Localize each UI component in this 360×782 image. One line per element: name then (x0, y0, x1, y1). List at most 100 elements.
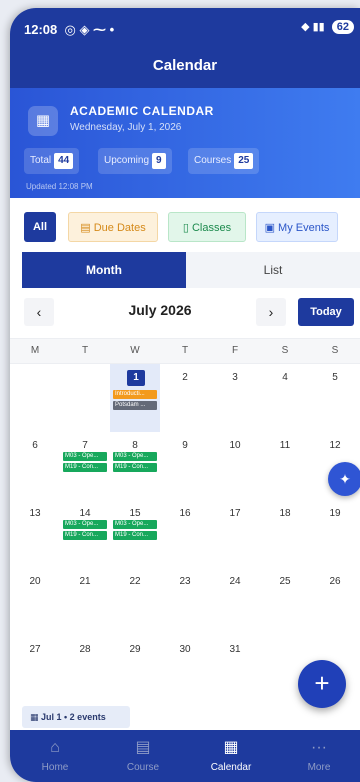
updated-time: Updated 12:08 PM (26, 182, 93, 191)
day-number: 3 (232, 372, 238, 383)
day-cell[interactable]: 16 (160, 500, 210, 568)
nav-more[interactable]: ··· More (284, 730, 354, 782)
day-cell[interactable]: 31 (210, 636, 260, 704)
filter-all[interactable]: All (24, 212, 56, 242)
day-cell[interactable]: 9 (160, 432, 210, 500)
tab-list[interactable]: List (186, 252, 360, 288)
day-cell[interactable]: 7 M03 - Ope... M19 - Con... (60, 432, 110, 500)
book-icon: ▯ (182, 222, 192, 234)
day-number: 20 (29, 576, 41, 587)
event-chip[interactable]: Potsdam ... (113, 401, 157, 410)
weekday-sat: S (281, 345, 289, 356)
day-number: 13 (29, 508, 41, 519)
nav-more-label: More (307, 762, 331, 773)
filter-events-label: My Events (278, 222, 330, 234)
day-cell[interactable]: 3 (210, 364, 260, 432)
day-cell[interactable]: 8 M03 - Ope... M19 - Con... (110, 432, 160, 500)
day-number: 22 (129, 576, 141, 587)
day-number: 11 (279, 440, 291, 451)
day-cell[interactable]: 24 (210, 568, 260, 636)
hero-date: Wednesday, July 1, 2026 (70, 122, 182, 133)
day-cell[interactable]: 30 (160, 636, 210, 704)
event-chip[interactable]: M03 - Ope... (63, 452, 107, 461)
weekday-thu: T (181, 345, 189, 356)
filter-all-label: All (32, 221, 48, 233)
day-cell[interactable]: 10 (210, 432, 260, 500)
day-number: 28 (79, 644, 91, 655)
prev-month-button[interactable]: ‹ (24, 298, 54, 326)
stat-upcoming: Upcoming 9 (98, 148, 172, 174)
day-cell[interactable]: 13 (10, 500, 60, 568)
weekday-sun: S (331, 345, 339, 356)
assistant-sparkle-button[interactable]: ✦ (328, 462, 360, 496)
nav-course[interactable]: ▤ Course (108, 730, 178, 782)
book-icon: ▤ (135, 739, 151, 756)
weekday-tue: T (81, 345, 89, 356)
selected-day-text: Jul 1 • 2 events (41, 712, 106, 722)
day-number: 21 (79, 576, 91, 587)
event-chip[interactable]: M03 - Ope... (113, 520, 157, 529)
event-chip[interactable]: M03 - Ope... (113, 452, 157, 461)
today-button[interactable]: Today (298, 298, 354, 326)
day-cell[interactable]: 22 (110, 568, 160, 636)
day-cell[interactable]: 19 (310, 500, 360, 568)
due-icon: ▤ (80, 222, 94, 234)
day-cell[interactable]: 29 (110, 636, 160, 704)
day-number: 7 (82, 440, 88, 451)
day-cell[interactable]: 4 (260, 364, 310, 432)
next-month-button[interactable]: › (256, 298, 286, 326)
day-number: 17 (229, 508, 241, 519)
day-cell[interactable]: 21 (60, 568, 110, 636)
day-number: 16 (179, 508, 191, 519)
hero-title: ACADEMIC CALENDAR (70, 104, 214, 118)
event-chip[interactable]: M19 - Con... (63, 463, 107, 472)
academic-calendar-header: ▦ ACADEMIC CALENDAR Wednesday, July 1, 2… (10, 88, 360, 198)
battery-indicator: 62 (331, 20, 354, 34)
day-cell[interactable]: 20 (10, 568, 60, 636)
day-number: 9 (182, 440, 188, 451)
day-number: 8 (132, 440, 138, 451)
month-grid: 1 Introducti... Potsdam ... 2 3 4 5 6 7 M03 - Ope… (10, 364, 360, 704)
status-right: ◆ ▮▮ 62 (301, 20, 354, 34)
day-cell[interactable]: 14 M03 - Ope... M19 - Con... (60, 500, 110, 568)
view-toggle: Month List (22, 252, 360, 288)
day-cell[interactable]: 17 (210, 500, 260, 568)
day-number: 4 (282, 372, 288, 383)
day-cell[interactable]: 2 (160, 364, 210, 432)
nav-home[interactable]: ⌂ Home (20, 730, 90, 782)
day-cell[interactable]: 15 M03 - Ope... M19 - Con... (110, 500, 160, 568)
day-cell[interactable]: 11 (260, 432, 310, 500)
stat-upcoming-value: 9 (152, 153, 166, 169)
calendar-icon: ▦ (223, 739, 239, 756)
day-cell[interactable]: 5 (310, 364, 360, 432)
day-number: 2 (182, 372, 188, 383)
event-chip[interactable]: M19 - Con... (113, 531, 157, 540)
day-cell[interactable]: 18 (260, 500, 310, 568)
day-cell[interactable]: 23 (160, 568, 210, 636)
event-chip[interactable]: M03 - Ope... (63, 520, 107, 529)
day-cell[interactable]: 6 (10, 432, 60, 500)
app-bar: Calendar (10, 48, 360, 88)
day-cell[interactable]: 27 (10, 636, 60, 704)
day-cell[interactable]: 25 (260, 568, 310, 636)
calendar-small-icon: ▦ (30, 712, 42, 722)
day-cell[interactable]: 26 (310, 568, 360, 636)
day-number: 1 (127, 370, 145, 386)
add-event-button[interactable]: + (298, 660, 346, 708)
event-chip[interactable]: M19 - Con... (63, 531, 107, 540)
tab-month[interactable]: Month (22, 252, 186, 288)
filter-classes[interactable]: ▯ Classes (168, 212, 246, 242)
nav-calendar[interactable]: ▦ Calendar (196, 730, 266, 782)
day-cell[interactable]: 28 (60, 636, 110, 704)
day-number: 25 (279, 576, 291, 587)
day-cell[interactable]: 1 Introducti... Potsdam ... (110, 364, 160, 432)
signal-icon: ◆ ▮▮ (301, 21, 325, 33)
event-chip[interactable]: Introducti... (113, 390, 157, 399)
stat-upcoming-label: Upcoming (104, 155, 150, 166)
filter-due-dates[interactable]: ▤ Due Dates (68, 212, 158, 242)
selected-day-summary[interactable]: ▦ Jul 1 • 2 events (22, 706, 130, 728)
event-chip[interactable]: M19 - Con... (113, 463, 157, 472)
status-bar: 12:08 ◎ ◈ ⁓ • ◆ ▮▮ 62 (10, 8, 360, 48)
filter-my-events[interactable]: ▣ My Events (256, 212, 338, 242)
calendar-badge-icon: ▦ (28, 106, 58, 136)
